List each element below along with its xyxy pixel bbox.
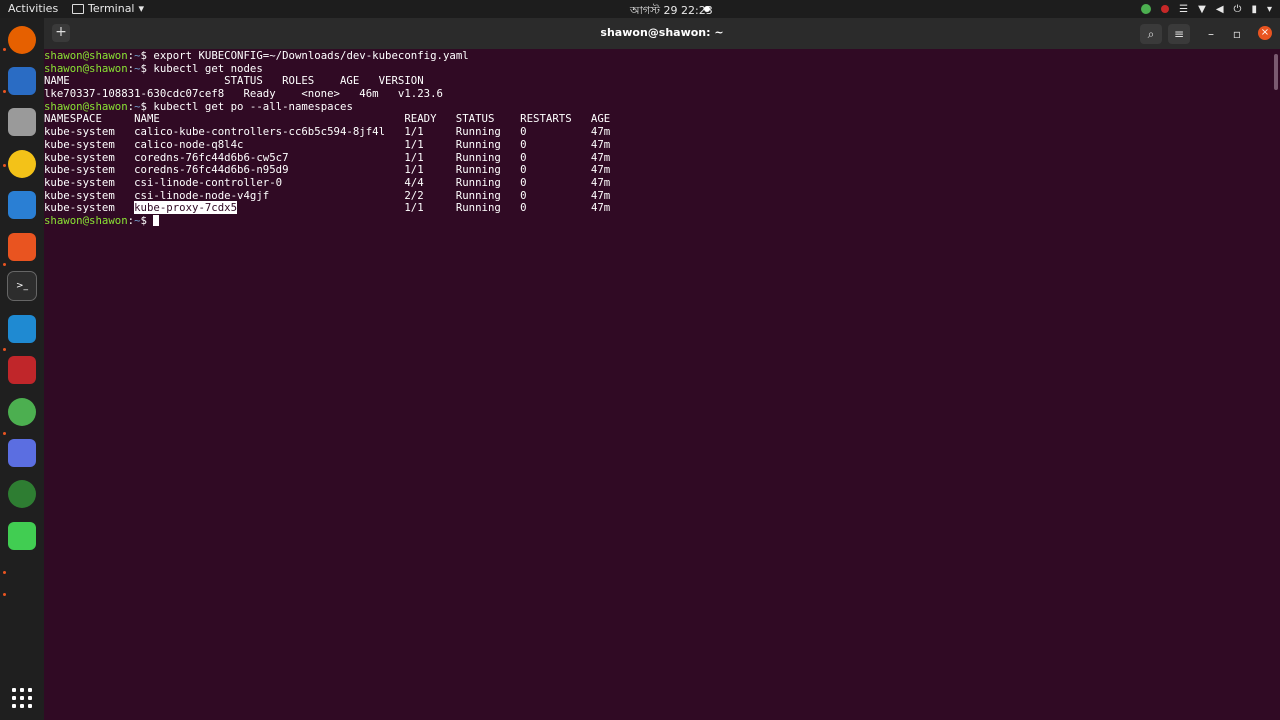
app-menu[interactable]: Terminal ▾ bbox=[72, 2, 144, 15]
prompt-user: shawon@shawon bbox=[44, 61, 128, 75]
dock: >_ bbox=[0, 18, 44, 720]
active-prompt-line[interactable]: shawon@shawon:~$ bbox=[44, 213, 1272, 228]
system-tray[interactable]: ☰ ▼ ◀ ⏻ ▮ ▾ bbox=[1141, 2, 1272, 16]
record-icon[interactable] bbox=[1161, 5, 1170, 13]
app-name: Terminal bbox=[88, 2, 135, 15]
running-indicator bbox=[3, 164, 6, 167]
output-text: kube-system csi-linode-controller-0 4/4 … bbox=[44, 175, 611, 189]
close-icon[interactable]: × bbox=[1258, 26, 1272, 40]
output-line: kube-system kube-proxy-7cdx5 1/1 Running… bbox=[44, 201, 1272, 215]
output-text: kube-system csi-linode-node-v4gjf 2/2 Ru… bbox=[44, 188, 611, 202]
output-text: kube-system coredns-76fc44d6b6-n95d9 1/1… bbox=[44, 163, 611, 177]
prompt-symbol: $ bbox=[140, 49, 154, 62]
output-text: 1/1 Running 0 47m bbox=[237, 201, 611, 215]
output-text: kube-system bbox=[44, 201, 135, 215]
battery-icon[interactable]: ▮ bbox=[1251, 4, 1257, 15]
keyboard-icon[interactable]: ☰ bbox=[1179, 4, 1188, 15]
vscode-icon[interactable] bbox=[8, 315, 36, 343]
running-indicator bbox=[3, 90, 6, 93]
window-title: shawon@shawon: ~ bbox=[600, 26, 724, 39]
volume-icon[interactable]: ◀ bbox=[1216, 4, 1224, 15]
scrollbar[interactable] bbox=[1274, 54, 1278, 90]
minimize-icon[interactable]: – bbox=[1200, 24, 1222, 44]
output-text: lke70337-108831-630cdc07cef8 Ready <none… bbox=[44, 87, 443, 101]
globe-app-icon[interactable] bbox=[8, 480, 36, 508]
chevron-down-icon: ▾ bbox=[138, 2, 145, 15]
power-icon[interactable]: ⏻ bbox=[1234, 4, 1242, 15]
libreoffice-writer-icon[interactable] bbox=[8, 191, 36, 219]
notification-dot bbox=[704, 6, 710, 12]
command-text: kubectl get nodes bbox=[153, 61, 263, 75]
output-text: NAMESPACE NAME READY STATUS RESTARTS AGE bbox=[44, 112, 611, 126]
prompt-user: shawon@shawon bbox=[44, 49, 128, 62]
prompt-user: shawon@shawon bbox=[44, 213, 128, 227]
activities-button[interactable]: Activities bbox=[8, 2, 58, 15]
output-text: kube-system coredns-76fc44d6b6-cw5c7 1/1… bbox=[44, 150, 611, 164]
firefox-icon[interactable] bbox=[8, 26, 36, 54]
remote-desktop-icon[interactable] bbox=[8, 356, 36, 384]
top-bar: Activities Terminal ▾ আগস্ট 29 22:23 ☰ ▼… bbox=[0, 0, 1280, 18]
files-icon[interactable] bbox=[8, 108, 36, 136]
thunderbird-icon[interactable] bbox=[8, 67, 36, 95]
terminal-window[interactable]: + shawon@shawon: ~ ⌕ ≡ – ▫ × shawon@shaw… bbox=[44, 18, 1280, 720]
terminal-small-icon bbox=[72, 3, 84, 14]
chevron-down-icon[interactable]: ▾ bbox=[1267, 4, 1272, 15]
hamburger-menu-icon[interactable]: ≡ bbox=[1168, 24, 1190, 44]
terminal-output[interactable]: shawon@shawon:~$ export KUBECONFIG=~/Dow… bbox=[44, 49, 1272, 720]
text-cursor bbox=[153, 214, 160, 226]
running-indicator bbox=[3, 348, 6, 351]
running-indicator bbox=[3, 432, 6, 435]
prompt-symbol: $ bbox=[140, 213, 154, 227]
show-applications-icon[interactable] bbox=[12, 688, 32, 708]
app-center-icon[interactable] bbox=[8, 233, 36, 261]
chrome-icon[interactable] bbox=[8, 398, 36, 426]
title-bar[interactable]: + shawon@shawon: ~ ⌕ ≡ – ▫ × bbox=[44, 18, 1280, 49]
search-icon[interactable]: ⌕ bbox=[1140, 24, 1162, 44]
output-text: kube-system calico-node-q8l4c 1/1 Runnin… bbox=[44, 137, 611, 151]
terminal-icon[interactable]: >_ bbox=[7, 271, 37, 301]
rhythmbox-icon[interactable] bbox=[8, 150, 36, 178]
running-indicator bbox=[3, 571, 6, 574]
running-indicator bbox=[3, 263, 6, 266]
running-indicator bbox=[3, 593, 6, 596]
prompt-symbol: $ bbox=[140, 99, 154, 113]
command-text: kubectl get po --all-namespaces bbox=[153, 99, 353, 113]
wifi-icon[interactable]: ▼ bbox=[1198, 4, 1206, 15]
output-text: kube-system calico-kube-controllers-cc6b… bbox=[44, 125, 611, 139]
maximize-icon[interactable]: ▫ bbox=[1226, 24, 1248, 44]
running-indicator bbox=[3, 48, 6, 51]
output-text: NAME STATUS ROLES AGE VERSION bbox=[44, 74, 424, 88]
prompt-user: shawon@shawon bbox=[44, 99, 128, 113]
prompt-symbol: $ bbox=[140, 61, 154, 75]
status-app-icon[interactable] bbox=[1141, 4, 1152, 14]
screenshot-icon[interactable] bbox=[8, 439, 36, 467]
qt-creator-icon[interactable] bbox=[8, 522, 36, 550]
selected-text[interactable]: kube-proxy-7cdx5 bbox=[134, 201, 238, 215]
command-text: export KUBECONFIG=~/Downloads/dev-kubeco… bbox=[153, 49, 469, 62]
